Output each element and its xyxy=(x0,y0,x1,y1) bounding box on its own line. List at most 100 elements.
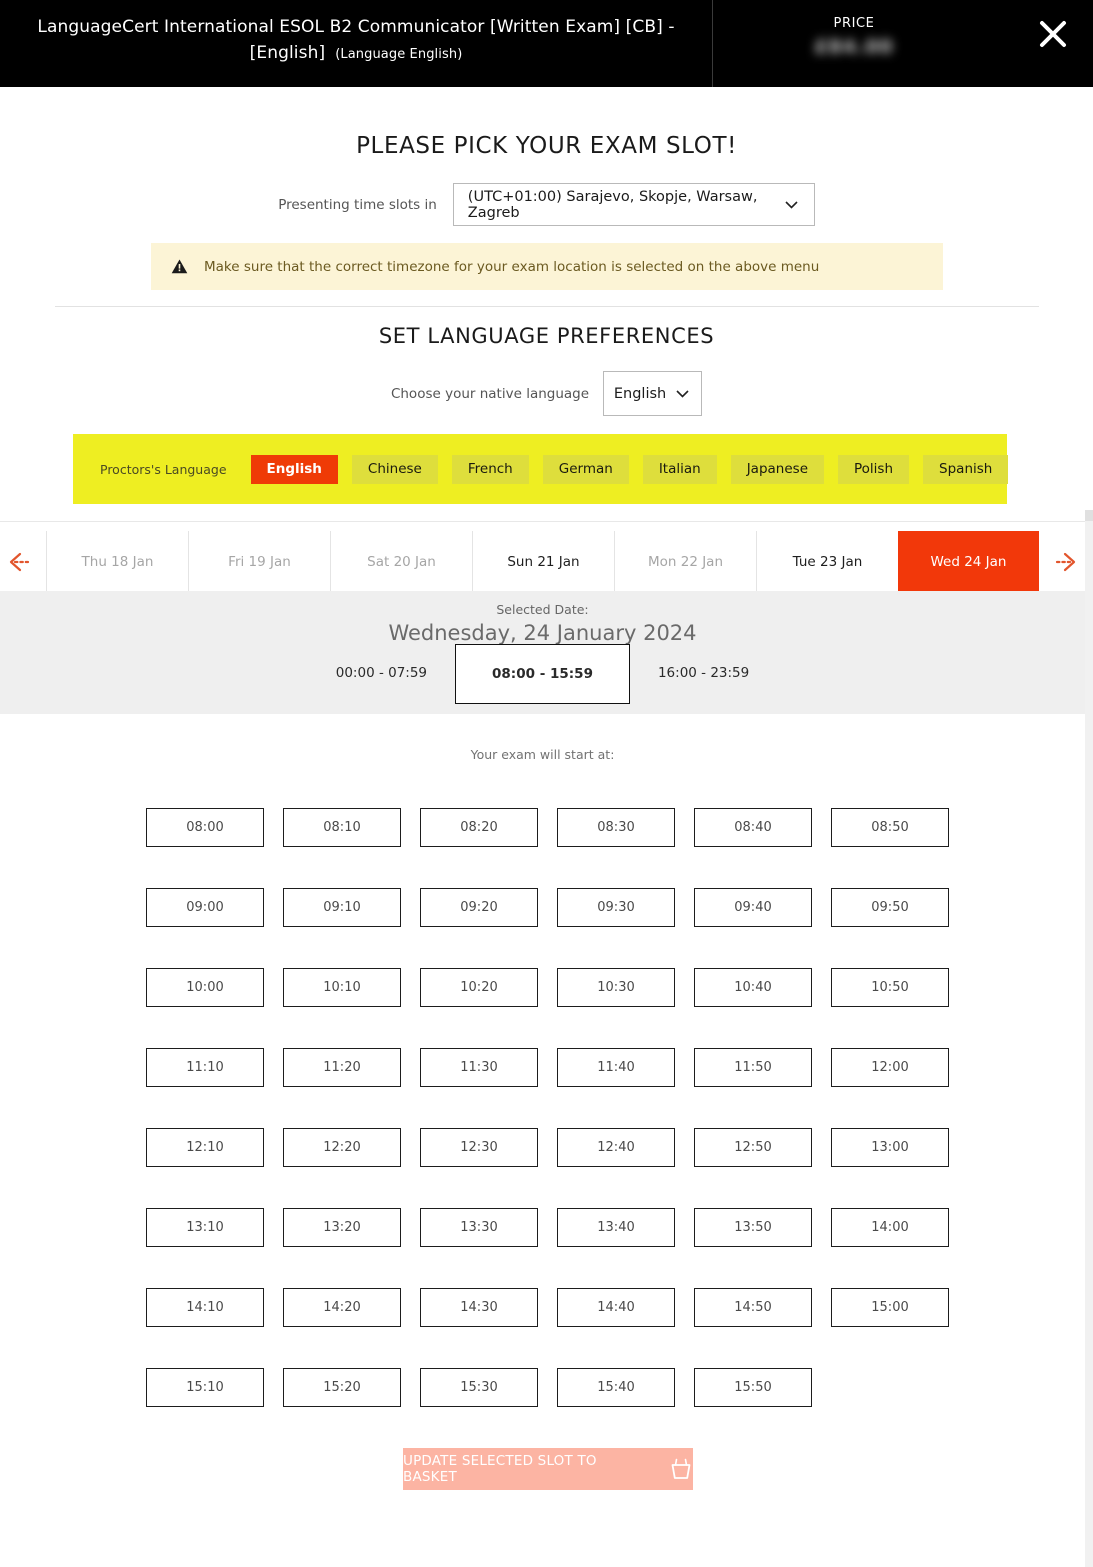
close-icon[interactable] xyxy=(1033,14,1073,54)
period-tab-08-16[interactable]: 08:00 - 15:59 xyxy=(455,644,630,704)
arrow-right-icon[interactable] xyxy=(1039,531,1085,592)
time-slot[interactable]: 14:00 xyxy=(831,1208,949,1247)
time-slot[interactable]: 12:40 xyxy=(557,1128,675,1167)
time-slot[interactable]: 12:50 xyxy=(694,1128,812,1167)
date-cell-sun-21-jan[interactable]: Sun 21 Jan xyxy=(472,531,614,592)
selected-date-label: Selected Date: xyxy=(496,602,589,617)
time-slot[interactable]: 11:20 xyxy=(283,1048,401,1087)
time-slot[interactable]: 10:40 xyxy=(694,968,812,1007)
timezone-row: Presenting time slots in (UTC+01:00) Sar… xyxy=(0,183,1093,226)
slots-note: Your exam will start at: xyxy=(470,747,615,762)
time-slot[interactable]: 08:20 xyxy=(420,808,538,847)
time-slot[interactable]: 11:10 xyxy=(146,1048,264,1087)
time-slot[interactable]: 08:30 xyxy=(557,808,675,847)
time-slot[interactable]: 15:50 xyxy=(694,1368,812,1407)
chevron-down-icon xyxy=(783,196,800,213)
price-value: £84.00 xyxy=(814,36,894,58)
time-slot[interactable]: 13:30 xyxy=(420,1208,538,1247)
time-slot[interactable]: 11:40 xyxy=(557,1048,675,1087)
native-language-value: English xyxy=(613,385,667,402)
timezone-warning-banner: Make sure that the correct timezone for … xyxy=(151,243,943,290)
time-slot[interactable]: 08:50 xyxy=(831,808,949,847)
time-slots-grid: 08:00 08:10 08:20 08:30 08:40 08:50 09:0… xyxy=(146,808,961,1448)
time-slot[interactable]: 08:40 xyxy=(694,808,812,847)
warning-text: Make sure that the correct timezone for … xyxy=(204,258,820,275)
price-label: PRICE xyxy=(833,16,875,31)
proctor-language-english[interactable]: English xyxy=(250,454,338,484)
time-slot[interactable]: 14:40 xyxy=(557,1288,675,1327)
time-slot[interactable]: 09:40 xyxy=(694,888,812,927)
time-slot[interactable]: 13:20 xyxy=(283,1208,401,1247)
price-block: PRICE £84.00 xyxy=(713,0,1093,87)
time-slot[interactable]: 09:30 xyxy=(557,888,675,927)
timezone-select[interactable]: (UTC+01:00) Sarajevo, Skopje, Warsaw, Za… xyxy=(452,183,815,226)
time-slot[interactable]: 12:20 xyxy=(283,1128,401,1167)
time-slot[interactable]: 08:10 xyxy=(283,808,401,847)
exam-language-note: (Language English) xyxy=(335,47,463,62)
time-slot[interactable]: 13:50 xyxy=(694,1208,812,1247)
date-cell-fri-19-jan[interactable]: Fri 19 Jan xyxy=(188,531,330,592)
time-slot[interactable]: 14:30 xyxy=(420,1288,538,1327)
arrow-left-icon[interactable] xyxy=(0,531,46,592)
page-title: LanguageCert International ESOL B2 Commu… xyxy=(22,14,690,68)
date-cell-sat-20-jan[interactable]: Sat 20 Jan xyxy=(330,531,472,592)
timezone-select-value: (UTC+01:00) Sarajevo, Skopje, Warsaw, Za… xyxy=(467,188,758,221)
proctors-language-label: Proctors's Language xyxy=(100,461,227,477)
time-slot[interactable]: 11:50 xyxy=(694,1048,812,1087)
time-slot[interactable]: 13:00 xyxy=(831,1128,949,1167)
native-language-select[interactable]: English xyxy=(603,371,703,416)
proctor-language-italian[interactable]: Italian xyxy=(642,454,717,484)
period-tab-16-24[interactable]: 16:00 - 23:59 xyxy=(630,654,777,692)
time-slot[interactable]: 12:30 xyxy=(420,1128,538,1167)
time-slot[interactable]: 12:10 xyxy=(146,1128,264,1167)
time-slot[interactable]: 12:00 xyxy=(831,1048,949,1087)
date-cell-tue-23-jan[interactable]: Tue 23 Jan xyxy=(756,531,898,592)
time-slot[interactable]: 10:10 xyxy=(283,968,401,1007)
proctor-language-german[interactable]: German xyxy=(542,454,629,484)
proctor-language-chinese[interactable]: Chinese xyxy=(351,454,438,484)
native-language-label: Choose your native language xyxy=(390,385,590,402)
timezone-label: Presenting time slots in xyxy=(278,196,437,213)
time-slot[interactable]: 10:50 xyxy=(831,968,949,1007)
time-slot[interactable]: 14:20 xyxy=(283,1288,401,1327)
proctor-language-polish[interactable]: Polish xyxy=(838,454,910,484)
selected-date-panel: Selected Date: Wednesday, 24 January 202… xyxy=(0,591,1085,714)
time-slot[interactable]: 15:20 xyxy=(283,1368,401,1407)
time-slot[interactable]: 13:40 xyxy=(557,1208,675,1247)
time-slot[interactable]: 14:10 xyxy=(146,1288,264,1327)
time-slot[interactable]: 14:50 xyxy=(694,1288,812,1327)
time-slot[interactable]: 11:30 xyxy=(420,1048,538,1087)
scrollbar-track-top xyxy=(1085,510,1093,521)
date-cell-mon-22-jan[interactable]: Mon 22 Jan xyxy=(614,531,756,592)
date-strip: Thu 18 Jan Fri 19 Jan Sat 20 Jan Sun 21 … xyxy=(0,531,1085,592)
proctors-language-bar: Proctors's Language English Chinese Fren… xyxy=(73,434,1009,504)
period-tabs: 00:00 - 07:59 08:00 - 15:59 16:00 - 23:5… xyxy=(0,644,1085,704)
date-cell-thu-18-jan[interactable]: Thu 18 Jan xyxy=(46,531,188,592)
date-cells: Thu 18 Jan Fri 19 Jan Sat 20 Jan Sun 21 … xyxy=(46,531,1039,592)
time-slot[interactable]: 09:00 xyxy=(146,888,264,927)
time-slot[interactable]: 15:00 xyxy=(831,1288,949,1327)
proctor-language-spanish[interactable]: Spanish xyxy=(923,454,1009,484)
time-slot[interactable]: 09:20 xyxy=(420,888,538,927)
warning-triangle-icon xyxy=(171,258,188,275)
period-tab-00-08[interactable]: 00:00 - 07:59 xyxy=(308,654,455,692)
time-slot[interactable]: 10:20 xyxy=(420,968,538,1007)
time-slot[interactable]: 15:40 xyxy=(557,1368,675,1407)
time-slot[interactable]: 09:50 xyxy=(831,888,949,927)
scrollbar-track[interactable] xyxy=(1085,521,1093,1567)
update-slot-to-basket-label: UPDATE SELECTED SLOT TO BASKET xyxy=(403,1453,597,1485)
time-slot[interactable]: 10:00 xyxy=(146,968,264,1007)
section-divider xyxy=(55,306,1039,307)
pick-slot-heading: PLEASE PICK YOUR EXAM SLOT! xyxy=(356,133,737,159)
time-slot[interactable]: 13:10 xyxy=(146,1208,264,1247)
update-slot-to-basket-button[interactable]: UPDATE SELECTED SLOT TO BASKET xyxy=(403,1448,693,1490)
time-slot[interactable]: 08:00 xyxy=(146,808,264,847)
time-slot[interactable]: 15:10 xyxy=(146,1368,264,1407)
proctor-language-japanese[interactable]: Japanese xyxy=(730,454,825,484)
date-cell-wed-24-jan[interactable]: Wed 24 Jan xyxy=(898,531,1039,592)
time-slot[interactable]: 09:10 xyxy=(283,888,401,927)
native-language-row: Choose your native language English xyxy=(0,371,1093,416)
time-slot[interactable]: 10:30 xyxy=(557,968,675,1007)
proctor-language-french[interactable]: French xyxy=(451,454,529,484)
time-slot[interactable]: 15:30 xyxy=(420,1368,538,1407)
